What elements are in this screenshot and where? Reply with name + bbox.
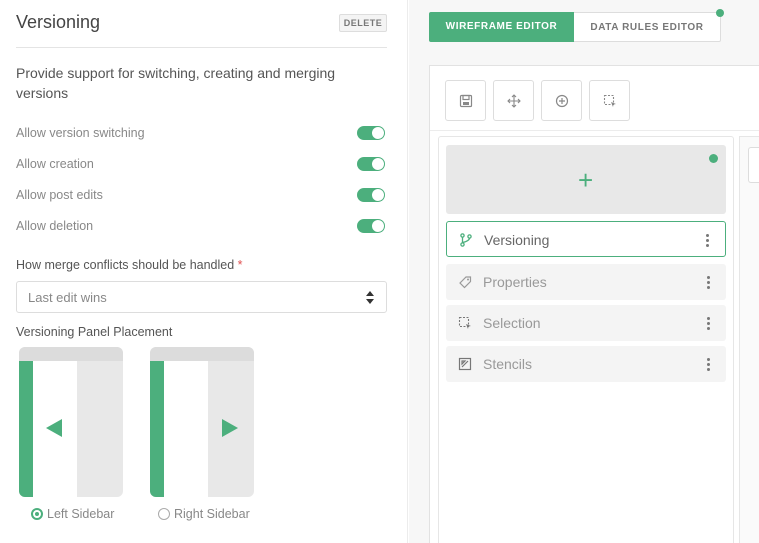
more-options-icon[interactable] <box>707 317 710 330</box>
select-value: Last edit wins <box>28 290 107 305</box>
add-circle-icon <box>555 94 569 108</box>
toggle-label: Allow post edits <box>16 188 103 202</box>
add-component-block[interactable]: + <box>446 145 726 214</box>
tag-icon <box>459 276 472 289</box>
creation-toggle[interactable] <box>357 157 385 171</box>
arrow-left-icon <box>46 419 62 437</box>
stack-item-label: Properties <box>483 274 547 290</box>
panel-description: Provide support for switching, creating … <box>16 65 336 101</box>
editor-panel: WIREFRAME EDITOR DATA RULES EDITOR + Ver… <box>409 0 759 543</box>
select-arrows-icon <box>366 291 374 305</box>
stack-item-stencils[interactable]: Stencils <box>446 346 726 382</box>
toggle-row-creation: Allow creation <box>16 155 387 175</box>
selection-icon <box>458 316 471 329</box>
component-stack: + Versioning Properties Selection Stenci… <box>438 136 734 543</box>
tab-data-rules-editor[interactable]: DATA RULES EDITOR <box>574 12 721 42</box>
merge-conflicts-label: How merge conflicts should be handled * <box>16 258 243 272</box>
toggle-label: Allow version switching <box>16 126 145 140</box>
preview-topbar <box>19 347 123 361</box>
preview-topbar <box>150 347 254 361</box>
toggle-knob <box>372 189 384 201</box>
toggle-row-post-edits: Allow post edits <box>16 186 387 206</box>
divider <box>430 130 759 131</box>
select-icon <box>603 94 616 107</box>
required-mark: * <box>237 258 243 272</box>
toggle-row-version-switching: Allow version switching <box>16 124 387 144</box>
preview-sidebar <box>19 361 33 497</box>
radio-label: Left Sidebar <box>47 507 115 521</box>
merge-conflicts-select[interactable]: Last edit wins <box>16 281 387 313</box>
status-dot-icon <box>716 9 724 17</box>
preview-strip <box>739 136 759 543</box>
radio-label: Right Sidebar <box>174 507 250 521</box>
wireframe-canvas: + Versioning Properties Selection Stenci… <box>429 65 759 543</box>
add-component-button[interactable] <box>541 80 582 121</box>
status-dot-icon <box>709 154 718 163</box>
toggle-label: Allow creation <box>16 157 94 171</box>
move-icon <box>507 94 521 108</box>
left-sidebar-option-card[interactable] <box>19 347 123 497</box>
arrow-right-icon <box>222 419 238 437</box>
toggle-label: Allow deletion <box>16 219 94 233</box>
stack-item-label: Versioning <box>484 232 550 248</box>
divider <box>16 47 387 48</box>
branch-icon <box>460 233 472 247</box>
delete-button[interactable]: DELETE <box>339 14 387 32</box>
preview-sidebar <box>150 361 164 497</box>
settings-panel: Versioning DELETE Provide support for sw… <box>0 0 408 543</box>
version-switching-toggle[interactable] <box>357 126 385 140</box>
stencil-icon <box>458 357 472 371</box>
plus-icon: + <box>578 165 594 195</box>
stack-item-versioning[interactable]: Versioning <box>446 221 726 257</box>
stack-item-selection[interactable]: Selection <box>446 305 726 341</box>
toggle-knob <box>372 127 384 139</box>
more-options-icon[interactable] <box>707 276 710 289</box>
stack-item-label: Selection <box>483 315 541 331</box>
merge-label-text: How merge conflicts should be handled <box>16 258 235 272</box>
toggle-row-deletion: Allow deletion <box>16 217 387 237</box>
save-button[interactable] <box>445 80 486 121</box>
more-options-icon[interactable] <box>707 358 710 371</box>
toggle-knob <box>372 158 384 170</box>
more-options-icon[interactable] <box>706 234 709 247</box>
radio-dot <box>158 508 170 520</box>
radio-dot <box>31 508 43 520</box>
tab-wireframe-editor[interactable]: WIREFRAME EDITOR <box>429 12 574 42</box>
toggle-knob <box>372 220 384 232</box>
placement-label: Versioning Panel Placement <box>16 325 173 339</box>
preview-panel <box>164 361 208 497</box>
move-button[interactable] <box>493 80 534 121</box>
panel-title: Versioning <box>16 12 101 32</box>
stack-item-label: Stencils <box>483 356 533 372</box>
preview-box[interactable] <box>748 147 759 183</box>
stack-item-properties[interactable]: Properties <box>446 264 726 300</box>
select-tool-button[interactable] <box>589 80 630 121</box>
right-sidebar-option-card[interactable] <box>150 347 254 497</box>
save-icon <box>459 94 473 108</box>
deletion-toggle[interactable] <box>357 219 385 233</box>
post-edits-toggle[interactable] <box>357 188 385 202</box>
